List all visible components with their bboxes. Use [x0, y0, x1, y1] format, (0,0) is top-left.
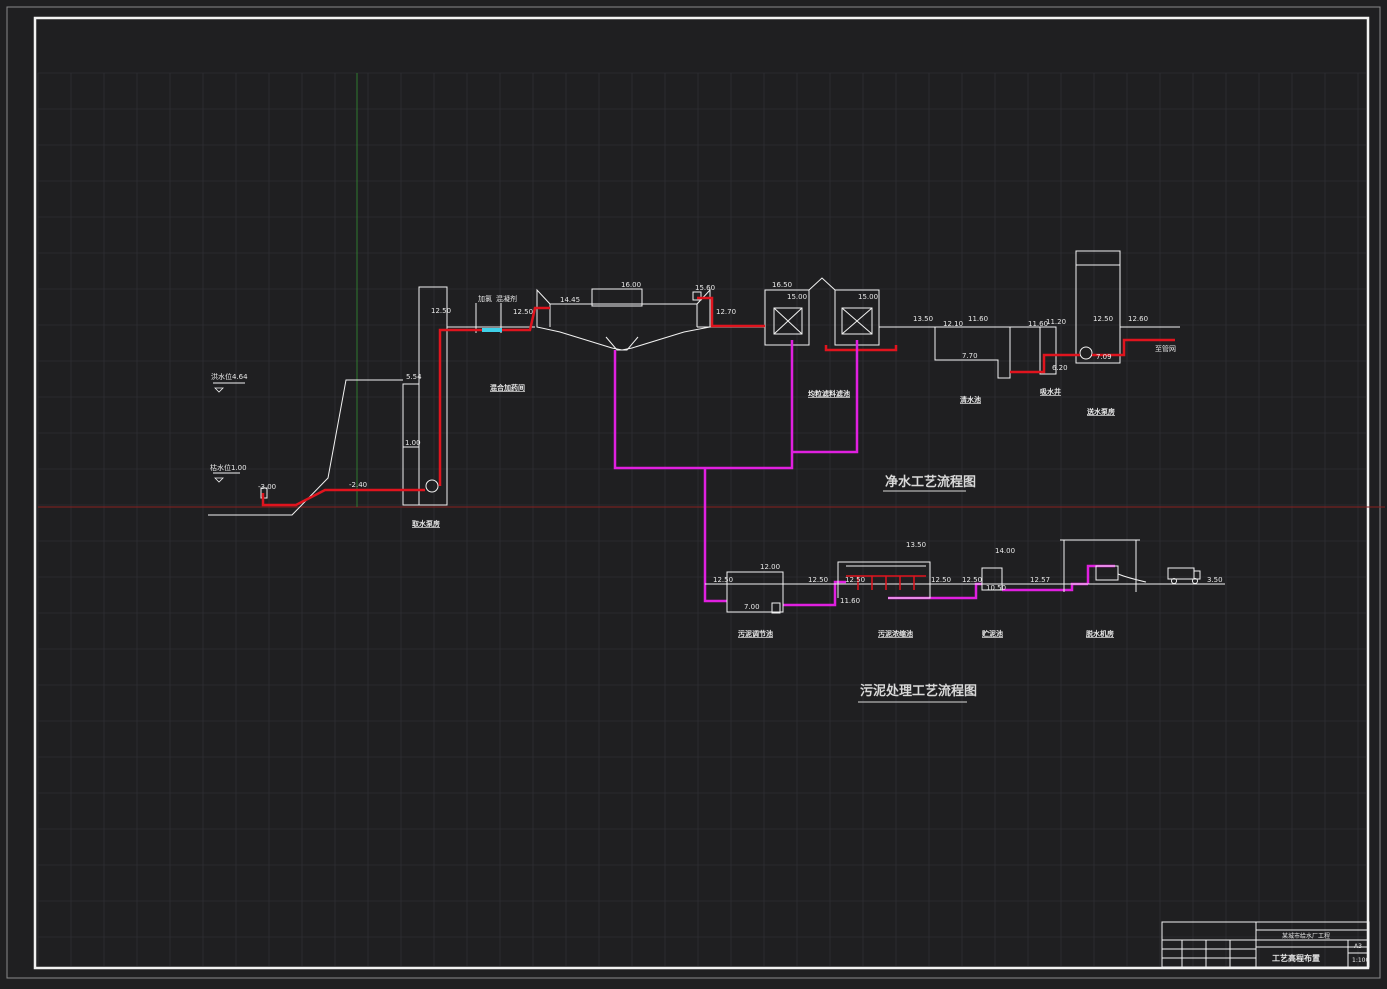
elev-well-bottom: 6.20	[1052, 364, 1068, 372]
elev-filter-out: 13.50	[913, 315, 933, 323]
caption-intake-pump: 取水泵房	[412, 519, 440, 528]
elev-pump-top: 5.54	[406, 373, 422, 381]
elev-mixer: 12.50	[513, 308, 533, 316]
caption-dewater: 脱水机房	[1086, 629, 1114, 638]
elev-basin-channel: 12.70	[716, 308, 736, 316]
caption-mixer: 混合加药间	[490, 383, 525, 392]
elev-storage-in: 12.50	[962, 576, 982, 584]
cad-drawing-canvas: 洪水位4.64 枯水位1.00 -3.00 -2.40 5.54 1.00 12…	[0, 0, 1387, 985]
elev-water-high: 洪水位4.64	[211, 372, 248, 381]
elev-filter-b: 15.00	[858, 293, 878, 301]
elev-well-mid: 11.20	[1046, 318, 1066, 326]
elev-pump-riser: 12.50	[431, 307, 451, 315]
label-to-network: 至管网	[1155, 344, 1176, 353]
caption-clear-tank: 清水池	[960, 395, 981, 404]
elev-basin-top: 16.00	[621, 281, 641, 289]
title-sludge-process: 污泥处理工艺流程图	[860, 683, 977, 699]
tb-drawing-name: 工艺高程布置	[1272, 953, 1320, 963]
caption-lift-pump: 送水泵房	[1086, 407, 1115, 416]
elev-tank-bottom: 7.70	[962, 352, 978, 360]
elev-basin-inlet: 14.45	[560, 296, 580, 304]
elev-storage-bot: 10.50	[986, 584, 1006, 592]
elev-thick-in: 12.50	[845, 576, 865, 584]
elev-lift-out: 12.60	[1128, 315, 1148, 323]
static-mixer-icon	[482, 328, 502, 332]
elev-water-low: 枯水位1.00	[210, 463, 247, 472]
elev-filter-top: 16.50	[772, 281, 792, 289]
tb-size: A3	[1354, 943, 1362, 950]
elev-intake-pipe: -2.40	[349, 481, 367, 489]
caption-suction-well: 吸水井	[1040, 387, 1061, 396]
elev-thick-top: 13.50	[906, 541, 926, 549]
elev-tank-top2: 11.60	[968, 315, 988, 323]
caption-sludge-balance: 污泥调节池	[738, 629, 773, 638]
caption-sludge-storage: 贮泥池	[981, 629, 1003, 638]
elev-intake-in: -3.00	[258, 483, 276, 491]
tb-project: 某城市给水厂工程	[1282, 932, 1330, 940]
elev-sludge-tank-bot: 7.00	[744, 603, 760, 611]
elev-basin-out: 15.60	[695, 284, 715, 292]
label-dosing-a: 加氯	[478, 294, 492, 303]
background	[0, 0, 1387, 985]
elev-tank-top: 12.10	[943, 320, 963, 328]
elev-lift-pump: 7.09	[1096, 353, 1112, 361]
elev-pump-mid: 1.00	[405, 439, 421, 447]
title-water-process: 净水工艺流程图	[885, 474, 976, 490]
label-dosing-b: 混凝剂	[496, 294, 517, 303]
elev-storage-top: 14.00	[995, 547, 1015, 555]
elev-sludge-tank-top: 12.00	[760, 563, 780, 571]
tb-scale: 1:100	[1352, 957, 1369, 964]
elev-storage-out: 12.57	[1030, 576, 1050, 584]
elev-lift-top: 12.50	[1093, 315, 1113, 323]
elev-sludge-in: 12.50	[713, 576, 733, 584]
caption-sludge-thickener: 污泥浓缩池	[878, 629, 913, 638]
caption-filter: 均粒滤料滤池	[808, 389, 850, 398]
elev-dewater-out: 3.50	[1207, 576, 1223, 584]
elev-filter-a: 15.00	[787, 293, 807, 301]
elev-thick-out: 12.50	[931, 576, 951, 584]
elev-sludge-pipe: 12.50	[808, 576, 828, 584]
process-elevation-drawing: 洪水位4.64 枯水位1.00 -3.00 -2.40 5.54 1.00 12…	[0, 0, 1387, 985]
elev-thick-bot: 11.60	[840, 597, 860, 605]
